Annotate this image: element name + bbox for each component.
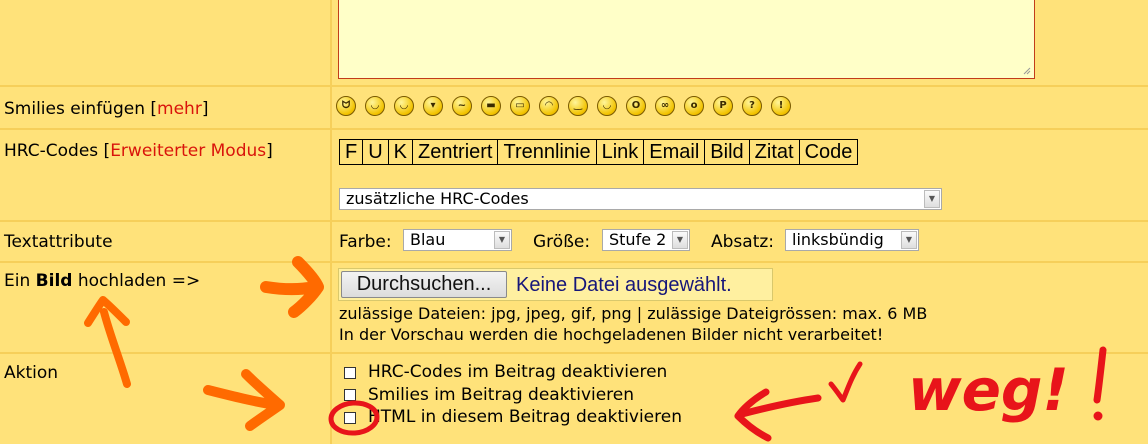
weg-annotation-text: weg! <box>908 356 1069 424</box>
grin-smiley-icon[interactable]: ᗢ <box>336 96 356 116</box>
disable-html-label: HTML in diesem Beitrag deaktivieren <box>368 407 682 427</box>
chevron-down-icon: ▼ <box>901 231 917 249</box>
confused-smiley-icon[interactable]: ~ <box>452 96 472 116</box>
red-checkmark-icon <box>828 361 863 403</box>
red-arrow-left-icon <box>734 388 822 442</box>
smirk-smiley-icon[interactable]: ‿ <box>568 96 588 116</box>
orange-arrow-right-icon <box>203 369 285 431</box>
big-grin-smiley-icon[interactable]: ▭ <box>510 96 530 116</box>
upload-image-label: Ein Bild hochladen => <box>4 271 201 291</box>
sad-smiley-icon[interactable]: ◠ <box>539 96 559 116</box>
disable-hrc-label: HRC-Codes im Beitrag deaktivieren <box>368 362 668 382</box>
hrc-button-link[interactable]: Link <box>597 140 645 164</box>
smilies-bar: ᗢ ◡ ◡ ▾ ~ ▬ ▭ ◠ ‿ ◡ O ∞ o P?! <box>336 96 791 116</box>
paragraph-label: Absatz: <box>711 232 775 252</box>
hrc-button-trennlinie[interactable]: Trennlinie <box>498 140 597 164</box>
hrc-button-f[interactable]: F <box>340 140 364 164</box>
hrc-button-bild[interactable]: Bild <box>705 140 750 164</box>
browse-button[interactable]: Durchsuchen... <box>341 271 507 298</box>
color-select[interactable]: Blau ▼ <box>403 229 512 251</box>
chevron-down-icon: ▼ <box>924 190 940 208</box>
textattribute-label: Textattribute <box>4 232 113 252</box>
cool-smiley-icon[interactable]: ▬ <box>481 96 501 116</box>
row-divider <box>0 352 1148 354</box>
row-divider <box>0 220 1148 222</box>
allowed-files-info: zulässige Dateien: jpg, jpeg, gif, png |… <box>339 304 928 323</box>
column-divider <box>330 0 332 444</box>
row-divider <box>0 128 1148 130</box>
file-status-text: Keine Datei ausgewählt. <box>516 274 732 296</box>
disable-smilies-label: Smilies im Beitrag deaktivieren <box>368 385 635 405</box>
preview-notice: In der Vorschau werden die hochgeladenen… <box>339 325 884 344</box>
size-select[interactable]: Stufe 2 ▼ <box>602 229 690 251</box>
disable-html-checkbox[interactable] <box>344 412 356 424</box>
action-label: Aktion <box>4 363 59 383</box>
orange-arrow-up-icon <box>84 296 131 388</box>
row-divider <box>0 85 1148 87</box>
extended-mode-link[interactable]: Erweiterter Modus <box>110 141 266 161</box>
paragraph-select[interactable]: linksbündig ▼ <box>785 229 919 251</box>
hrc-code-toolbar: F U K Zentriert Trennlinie Link Email Bild Zitat… <box>339 139 859 165</box>
hrc-button-k[interactable]: K <box>389 140 414 164</box>
hrc-button-email[interactable]: Email <box>644 140 706 164</box>
file-upload-input[interactable]: Durchsuchen... Keine Datei ausgewählt. <box>338 268 773 301</box>
smilies-more-link[interactable]: mehr <box>157 99 202 119</box>
wink-smiley-icon[interactable]: ◡ <box>365 96 385 116</box>
hrc-button-u[interactable]: U <box>363 140 389 164</box>
shocked-smiley-icon[interactable]: O <box>626 96 646 116</box>
hrc-codes-label: HRC-Codes [Erweiterter Modus] <box>4 141 273 161</box>
exclamation-smiley-icon[interactable]: ! <box>771 96 791 116</box>
chevron-down-icon: ▼ <box>672 231 688 249</box>
additional-hrc-codes-select[interactable]: zusätzliche HRC-Codes ▼ <box>339 188 942 210</box>
smilies-label: Smilies einfügen [mehr] <box>4 99 209 119</box>
hrc-button-zentriert[interactable]: Zentriert <box>413 140 499 164</box>
tongue-smiley-icon[interactable]: P <box>713 96 733 116</box>
cry-smiley-icon[interactable]: o <box>684 96 704 116</box>
resize-grip-icon[interactable] <box>1022 66 1031 75</box>
disable-hrc-checkbox[interactable] <box>344 367 356 379</box>
crazy-smiley-icon[interactable]: ∞ <box>655 96 675 116</box>
size-label: Größe: <box>533 232 591 252</box>
row-divider <box>0 261 1148 263</box>
devil-smiley-icon[interactable]: ▾ <box>423 96 443 116</box>
orange-arrow-right-icon <box>260 256 324 318</box>
hrc-button-code[interactable]: Code <box>800 140 858 164</box>
red-exclamation-icon <box>1093 346 1107 404</box>
chevron-down-icon: ▼ <box>494 231 510 249</box>
hrc-button-zitat[interactable]: Zitat <box>750 140 800 164</box>
laugh-smiley-icon[interactable]: ◡ <box>597 96 617 116</box>
message-textarea[interactable] <box>338 0 1035 79</box>
color-label: Farbe: <box>339 232 392 252</box>
question-smiley-icon[interactable]: ? <box>742 96 762 116</box>
smile-smiley-icon[interactable]: ◡ <box>394 96 414 116</box>
disable-smilies-checkbox[interactable] <box>344 389 356 401</box>
